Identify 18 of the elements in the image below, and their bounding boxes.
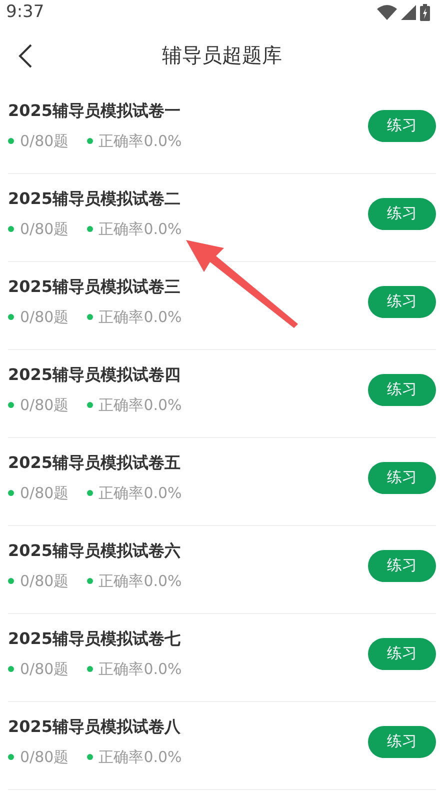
status-time: 9:37 [6, 2, 44, 22]
accuracy-rate: 正确率0.0% [98, 396, 182, 414]
paper-title: 2025辅导员模拟试卷四 [8, 364, 182, 386]
accuracy-rate: 正确率0.0% [98, 660, 182, 678]
paper-title: 2025辅导员模拟试卷八 [8, 716, 182, 738]
paper-title: 2025辅导员模拟试卷一 [8, 100, 182, 122]
paper-title: 2025辅导员模拟试卷六 [8, 540, 182, 562]
paper-title: 2025辅导员模拟试卷三 [8, 276, 182, 298]
paper-title: 2025辅导员模拟试卷二 [8, 188, 182, 210]
accuracy-rate: 正确率0.0% [98, 220, 182, 238]
page-title: 辅导员超题库 [162, 42, 282, 68]
accuracy-rate: 正确率0.0% [98, 484, 182, 502]
accuracy-rate: 正确率0.0% [98, 308, 182, 326]
accuracy-rate: 正确率0.0% [98, 748, 182, 766]
paper-title: 2025辅导员模拟试卷五 [8, 452, 182, 474]
paper-title: 2025辅导员模拟试卷七 [8, 628, 182, 650]
accuracy-rate: 正确率0.0% [98, 572, 182, 590]
accuracy-rate: 正确率0.0% [98, 132, 182, 150]
